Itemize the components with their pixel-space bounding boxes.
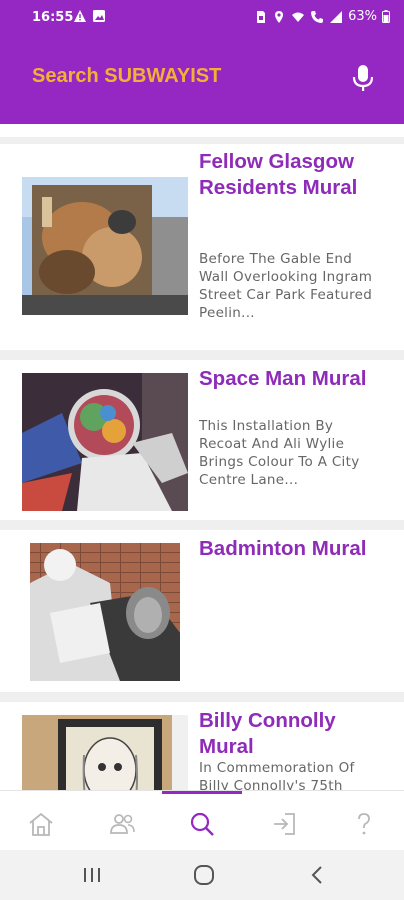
result-card[interactable]: Fellow Glasgow Residents Mural Before Th… (0, 144, 404, 350)
mural-thumbnail (22, 373, 188, 511)
back-icon[interactable] (306, 864, 330, 886)
battery-icon (382, 10, 390, 23)
result-card[interactable]: Badminton Mural (0, 530, 404, 692)
result-title[interactable]: Badminton Mural (199, 536, 389, 562)
gallery-icon (93, 10, 105, 22)
warning-icon (74, 10, 86, 22)
result-title[interactable]: Billy Connolly Mural (199, 708, 389, 760)
active-tab-indicator (162, 791, 242, 794)
result-title[interactable]: Fellow Glasgow Residents Mural (199, 149, 389, 201)
status-time: 16:55 (32, 10, 74, 25)
mural-thumbnail (22, 715, 188, 790)
result-description: This Installation By Recoat And Ali Wyli… (199, 418, 360, 488)
result-card[interactable]: Space Man Mural This Installation By Rec… (0, 360, 404, 520)
search-title[interactable]: Search SUBWAYIST (32, 65, 221, 88)
help-icon[interactable] (350, 811, 378, 837)
mic-icon[interactable] (350, 62, 376, 94)
mural-thumbnail (22, 177, 188, 315)
results-list[interactable]: Fellow Glasgow Residents Mural Before Th… (0, 124, 404, 790)
mural-thumbnail (30, 543, 180, 681)
call-icon (311, 10, 324, 23)
system-navigation-bar (0, 850, 404, 900)
result-description: Before The Gable End Wall Overlooking In… (199, 251, 373, 321)
wifi-icon (292, 12, 305, 22)
people-icon[interactable] (108, 811, 136, 837)
recents-icon[interactable] (80, 864, 104, 886)
result-title[interactable]: Space Man Mural (199, 366, 389, 392)
signal-icon (330, 10, 343, 23)
app-header: 16:55 63% Search SUBWAYIST (0, 0, 404, 124)
status-bar: 16:55 63% (0, 0, 404, 36)
list-top-edge (0, 124, 404, 137)
search-icon[interactable] (188, 811, 216, 837)
home-icon[interactable] (27, 811, 55, 837)
login-icon[interactable] (270, 811, 298, 837)
battery-percentage: 63% (348, 9, 377, 24)
result-card[interactable]: Billy Connolly Mural In Commemoration Of… (0, 702, 404, 790)
location-icon (275, 10, 284, 23)
sim-icon (257, 10, 266, 23)
bottom-navigation (0, 790, 404, 850)
result-description: In Commemoration Of Billy Connolly's 75t… (199, 760, 355, 790)
home-circle-icon[interactable] (192, 864, 216, 886)
